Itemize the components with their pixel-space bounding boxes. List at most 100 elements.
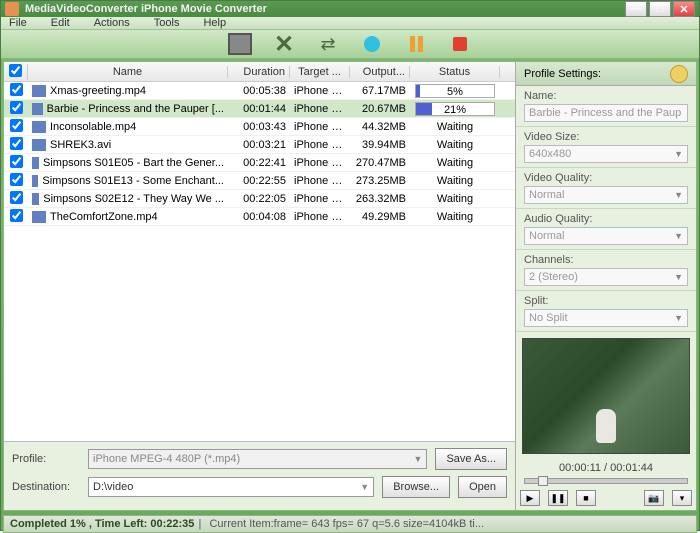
add-file-button[interactable]: [226, 30, 254, 58]
profile-select[interactable]: iPhone MPEG-4 480P (*.mp4)▼: [88, 449, 427, 469]
app-icon: [5, 2, 19, 16]
header-status[interactable]: Status: [410, 66, 500, 78]
row-checkbox[interactable]: [10, 137, 23, 150]
slider-handle[interactable]: [538, 476, 548, 486]
stop-button[interactable]: [446, 30, 474, 58]
check-all[interactable]: [9, 64, 22, 77]
table-row[interactable]: Inconsolable.mp400:03:43iPhone M...44.32…: [4, 118, 515, 136]
status-detail: Current Item:frame= 643 fps= 67 q=5.6 si…: [209, 518, 690, 530]
target-cell: iPhone M...: [290, 211, 350, 223]
close-button[interactable]: ✕: [673, 1, 695, 17]
preview-stop-button[interactable]: ■: [576, 490, 596, 506]
chevron-down-icon: ▼: [674, 149, 683, 159]
status-main: Completed 1% , Time Left: 00:22:35: [10, 518, 194, 530]
duration-cell: 00:03:43: [228, 121, 290, 133]
remove-button[interactable]: ✕: [270, 30, 298, 58]
duration-cell: 00:22:05: [228, 193, 290, 205]
menubar: File Edit Actions Tools Help: [1, 17, 699, 30]
menu-help[interactable]: Help: [203, 17, 226, 29]
header-duration[interactable]: Duration: [228, 66, 290, 78]
target-cell: iPhone M...: [290, 157, 350, 169]
browse-button[interactable]: Browse...: [382, 476, 450, 498]
preview-pause-button[interactable]: ❚❚: [548, 490, 568, 506]
duration-cell: 00:03:21: [228, 139, 290, 151]
name-field[interactable]: Barbie - Princess and the Paup: [524, 104, 688, 122]
video-quality-label: Video Quality:: [524, 172, 688, 184]
video-size-label: Video Size:: [524, 131, 688, 143]
status-cell: Waiting: [410, 193, 500, 205]
open-button[interactable]: Open: [458, 476, 507, 498]
row-checkbox[interactable]: [10, 101, 23, 114]
table-row[interactable]: TheComfortZone.mp400:04:08iPhone M...49.…: [4, 208, 515, 226]
preview-slider[interactable]: [524, 478, 688, 484]
header-output[interactable]: Output...: [350, 66, 410, 78]
row-checkbox[interactable]: [10, 119, 23, 132]
snapshot-button[interactable]: 📷: [644, 490, 664, 506]
duration-cell: 00:22:41: [228, 157, 290, 169]
row-checkbox[interactable]: [10, 191, 23, 204]
target-cell: iPhone M...: [290, 193, 350, 205]
video-quality-select[interactable]: Normal▼: [524, 186, 688, 204]
titlebar[interactable]: MediaVideoConverter iPhone Movie Convert…: [1, 1, 699, 17]
table-row[interactable]: Simpsons S02E12 - They Way We ...00:22:0…: [4, 190, 515, 208]
chevron-down-icon: ▼: [360, 482, 369, 492]
preview-more-button[interactable]: ▾: [672, 490, 692, 506]
channels-select[interactable]: 2 (Stereo)▼: [524, 268, 688, 286]
profile-label: Profile:: [12, 453, 80, 465]
video-file-icon: [32, 175, 38, 187]
table-row[interactable]: Barbie - Princess and the Pauper [...00:…: [4, 100, 515, 118]
header-name[interactable]: Name: [28, 66, 228, 78]
output-cell: 20.67MB: [350, 103, 410, 115]
chevron-down-icon: ▼: [674, 313, 683, 323]
video-size-select[interactable]: 640x480▼: [524, 145, 688, 163]
name-cell: Barbie - Princess and the Pauper [...: [28, 103, 228, 115]
maximize-button[interactable]: □: [649, 1, 671, 17]
menu-file[interactable]: File: [9, 17, 27, 29]
window-title: MediaVideoConverter iPhone Movie Convert…: [25, 3, 625, 15]
swap-button[interactable]: ⇄: [314, 30, 342, 58]
preview-image: [523, 339, 689, 453]
row-checkbox[interactable]: [10, 83, 23, 96]
row-checkbox[interactable]: [10, 173, 23, 186]
video-file-icon: [32, 157, 39, 169]
menu-tools[interactable]: Tools: [154, 17, 180, 29]
output-cell: 270.47MB: [350, 157, 410, 169]
table-row[interactable]: SHREK3.avi00:03:21iPhone M...39.94MBWait…: [4, 136, 515, 154]
chevron-down-icon: ▼: [674, 190, 683, 200]
record-button[interactable]: [358, 30, 386, 58]
settings-title: Profile Settings:: [524, 68, 601, 80]
header-check[interactable]: [4, 64, 28, 80]
header-target[interactable]: Target ...: [290, 66, 350, 78]
status-cell: Waiting: [410, 121, 500, 133]
row-checkbox[interactable]: [10, 155, 23, 168]
progress-bar: 5%: [415, 84, 495, 98]
table-row[interactable]: Simpsons S01E05 - Bart the Gener...00:22…: [4, 154, 515, 172]
table-row[interactable]: Simpsons S01E13 - Some Enchant...00:22:5…: [4, 172, 515, 190]
gear-icon[interactable]: [670, 65, 688, 83]
pause-button[interactable]: [402, 30, 430, 58]
status-bar: Completed 1% , Time Left: 00:22:35 | Cur…: [3, 515, 697, 533]
duration-cell: 00:04:08: [228, 211, 290, 223]
save-as-button[interactable]: Save As...: [435, 448, 507, 470]
menu-actions[interactable]: Actions: [94, 17, 130, 29]
output-cell: 44.32MB: [350, 121, 410, 133]
output-cell: 49.29MB: [350, 211, 410, 223]
split-label: Split:: [524, 295, 688, 307]
row-checkbox[interactable]: [10, 209, 23, 222]
audio-quality-select[interactable]: Normal▼: [524, 227, 688, 245]
minimize-button[interactable]: —: [625, 1, 647, 17]
target-cell: iPhone M...: [290, 103, 350, 115]
name-cell: Inconsolable.mp4: [28, 121, 228, 133]
target-cell: iPhone M...: [290, 121, 350, 133]
menu-edit[interactable]: Edit: [51, 17, 70, 29]
swap-icon: ⇄: [320, 34, 335, 55]
split-select[interactable]: No Split▼: [524, 309, 688, 327]
pause-icon: [410, 36, 423, 52]
destination-input[interactable]: D:\video▼: [88, 477, 374, 497]
status-separator: |: [198, 518, 201, 530]
table-row[interactable]: Xmas-greeting.mp400:05:38iPhone M...67.1…: [4, 82, 515, 100]
preview-play-button[interactable]: ▶: [520, 490, 540, 506]
video-file-icon: [32, 103, 43, 115]
output-cell: 273.25MB: [350, 175, 410, 187]
name-cell: TheComfortZone.mp4: [28, 211, 228, 223]
